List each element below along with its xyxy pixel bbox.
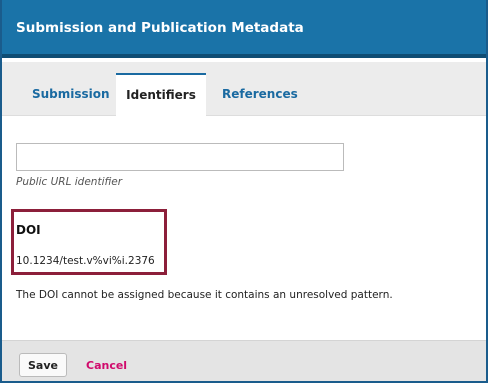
public-url-label: Public URL identifier <box>16 176 123 188</box>
cancel-link[interactable]: Cancel <box>86 359 127 372</box>
metadata-modal: Submission and Publication Metadata Subm… <box>0 0 488 383</box>
tab-submission[interactable]: Submission <box>32 87 110 101</box>
public-url-input[interactable] <box>16 143 344 171</box>
tab-references[interactable]: References <box>222 87 298 101</box>
save-button[interactable]: Save <box>19 353 67 377</box>
modal-header: Submission and Publication Metadata <box>2 0 486 58</box>
tab-bar: Submission Identifiers References <box>2 62 486 117</box>
doi-error-message: The DOI cannot be assigned because it co… <box>16 289 393 301</box>
doi-heading: DOI <box>16 223 41 237</box>
doi-value: 10.1234/test.v%vi%i.2376 <box>16 255 155 267</box>
tab-identifiers[interactable]: Identifiers <box>116 73 206 117</box>
modal-title: Submission and Publication Metadata <box>16 20 304 36</box>
modal-footer: Save Cancel <box>2 340 486 381</box>
